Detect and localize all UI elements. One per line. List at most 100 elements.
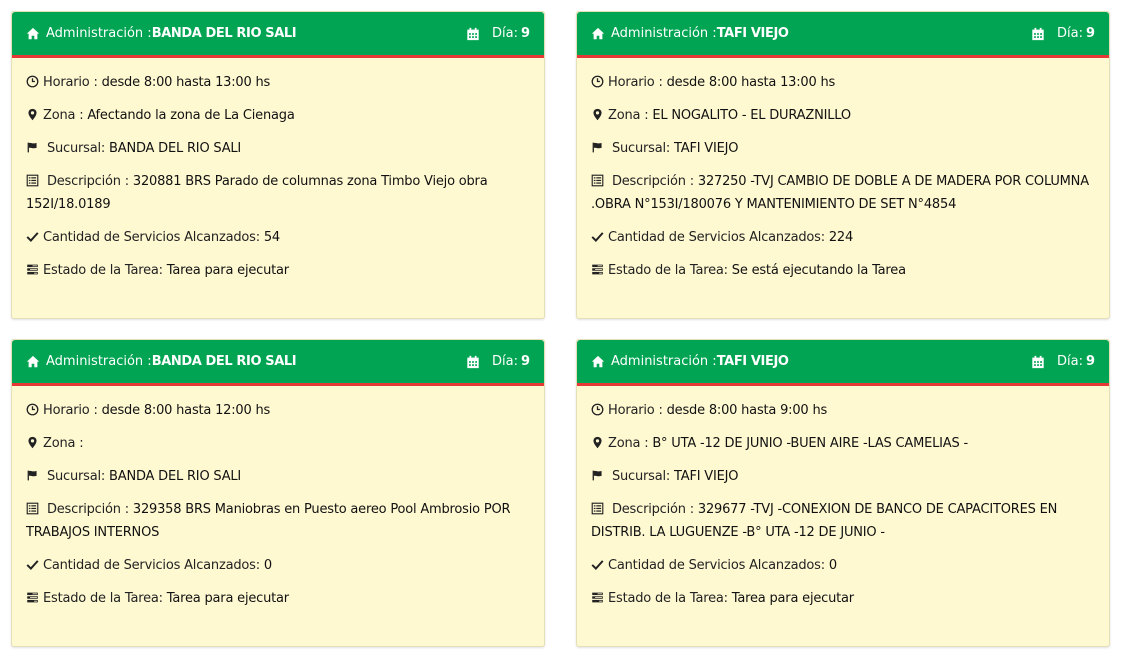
- cantidad-row: Cantidad de Servicios Alcanzados: 54: [26, 226, 530, 249]
- sucursal-value: BANDA DEL RIO SALI: [109, 141, 242, 156]
- cantidad-label: Cantidad de Servicios Alcanzados:: [608, 230, 825, 245]
- list-alt-icon: [26, 502, 39, 515]
- list-alt-icon: [591, 502, 604, 515]
- cantidad-value: 224: [828, 230, 854, 245]
- horario-label: Horario :: [608, 75, 663, 90]
- zona-label: Zona :: [608, 436, 649, 451]
- admin-label: Administración :: [46, 354, 152, 369]
- estado-label: Estado de la Tarea:: [43, 591, 163, 606]
- day-value: 9: [1085, 354, 1095, 369]
- day-value: 9: [520, 354, 530, 369]
- estado-value: Tarea para ejecutar: [731, 591, 854, 606]
- calendar-icon: [467, 355, 479, 368]
- estado-label: Estado de la Tarea:: [43, 263, 163, 278]
- estado-row: Estado de la Tarea: Tarea para ejecutar: [26, 587, 530, 610]
- estado-row: Estado de la Tarea: Tarea para ejecutar: [591, 587, 1095, 610]
- admin-label: Administración :: [611, 354, 717, 369]
- calendar-icon: [1032, 355, 1044, 368]
- check-icon: [591, 560, 604, 570]
- clock-icon: [26, 403, 39, 416]
- cantidad-label: Cantidad de Servicios Alcanzados:: [43, 230, 260, 245]
- card-body: Horario : desde 8:00 hasta 13:00 hs Zona…: [12, 58, 544, 318]
- home-icon: [26, 355, 40, 367]
- sucursal-row: Sucursal: BANDA DEL RIO SALI: [26, 465, 530, 488]
- day-label: Día:: [1056, 26, 1083, 41]
- zona-row: Zona : EL NOGALITO - EL DURAZNILLO: [591, 104, 1095, 127]
- day-value: 9: [1085, 26, 1095, 41]
- zona-value: B° UTA -12 DE JUNIO -BUEN AIRE -LAS CAME…: [652, 436, 968, 451]
- task-card: Administración : BANDA DEL RIO SALI Día: 9…: [11, 339, 545, 647]
- cantidad-row: Cantidad de Servicios Alcanzados: 224: [591, 226, 1095, 249]
- day-label: Día:: [1056, 354, 1083, 369]
- admin-name: BANDA DEL RIO SALI: [151, 354, 297, 369]
- cantidad-value: 0: [828, 558, 837, 573]
- zona-row: Zona : B° UTA -12 DE JUNIO -BUEN AIRE -L…: [591, 432, 1095, 455]
- calendar-icon: [467, 27, 479, 40]
- card-header: Administración : BANDA DEL RIO SALI Día: 9: [12, 12, 544, 58]
- check-icon: [591, 232, 604, 242]
- sucursal-label: Sucursal:: [611, 469, 671, 484]
- task-card: Administración : TAFI VIEJO Día: 9 Horario…: [576, 339, 1110, 647]
- horario-value: desde 8:00 hasta 12:00 hs: [101, 403, 271, 418]
- cantidad-label: Cantidad de Servicios Alcanzados:: [43, 558, 260, 573]
- cantidad-value: 0: [263, 558, 272, 573]
- task-card: Administración : BANDA DEL RIO SALI Día: 9…: [11, 11, 545, 319]
- estado-row: Estado de la Tarea: Tarea para ejecutar: [26, 259, 530, 282]
- horario-label: Horario :: [608, 403, 663, 418]
- descripcion-row: Descripción : 327250 -TVJ CAMBIO DE DOBL…: [591, 170, 1095, 216]
- sucursal-label: Sucursal:: [46, 469, 106, 484]
- estado-row: Estado de la Tarea: Se está ejecutando l…: [591, 259, 1095, 282]
- zona-label: Zona :: [43, 436, 84, 451]
- tasks-icon: [592, 592, 603, 603]
- sucursal-value: TAFI VIEJO: [674, 141, 739, 156]
- estado-value: Tarea para ejecutar: [166, 263, 289, 278]
- zona-value: EL NOGALITO - EL DURAZNILLO: [652, 108, 851, 123]
- admin-label: Administración :: [611, 26, 717, 41]
- flag-icon: [27, 142, 37, 153]
- tasks-icon: [27, 592, 38, 603]
- map-marker-icon: [28, 108, 37, 121]
- zona-label: Zona :: [608, 108, 649, 123]
- zona-row: Zona : Afectando la zona de La Cienaga: [26, 104, 530, 127]
- horario-row: Horario : desde 8:00 hasta 13:00 hs: [591, 71, 1095, 94]
- estado-label: Estado de la Tarea:: [608, 591, 728, 606]
- descripcion-row: Descripción : 320881 BRS Parado de colum…: [26, 170, 530, 216]
- zona-label: Zona :: [43, 108, 84, 123]
- zona-value: Afectando la zona de La Cienaga: [87, 108, 295, 123]
- map-marker-icon: [28, 436, 37, 449]
- admin-name: TAFI VIEJO: [716, 354, 789, 369]
- check-icon: [26, 232, 39, 242]
- day-value: 9: [520, 26, 530, 41]
- map-marker-icon: [593, 108, 602, 121]
- map-marker-icon: [593, 436, 602, 449]
- descripcion-row: Descripción : 329358 BRS Maniobras en Pu…: [26, 498, 530, 544]
- tasks-icon: [592, 264, 603, 275]
- check-icon: [26, 560, 39, 570]
- calendar-icon: [1032, 27, 1044, 40]
- flag-icon: [592, 470, 602, 481]
- sucursal-row: Sucursal: BANDA DEL RIO SALI: [26, 137, 530, 160]
- task-card: Administración : TAFI VIEJO Día: 9 Horario…: [576, 11, 1110, 319]
- card-header: Administración : TAFI VIEJO Día: 9: [577, 340, 1109, 386]
- sucursal-value: BANDA DEL RIO SALI: [109, 469, 242, 484]
- sucursal-label: Sucursal:: [611, 141, 671, 156]
- horario-row: Horario : desde 8:00 hasta 9:00 hs: [591, 399, 1095, 422]
- horario-row: Horario : desde 8:00 hasta 13:00 hs: [26, 71, 530, 94]
- clock-icon: [26, 75, 39, 88]
- card-header: Administración : TAFI VIEJO Día: 9: [577, 12, 1109, 58]
- card-body: Horario : desde 8:00 hasta 13:00 hs Zona…: [577, 58, 1109, 318]
- card-body: Horario : desde 8:00 hasta 9:00 hs Zona …: [577, 386, 1109, 646]
- descripcion-row: Descripción : 329677 -TVJ -CONEXION DE B…: [591, 498, 1095, 544]
- horario-label: Horario :: [43, 75, 98, 90]
- estado-value: Tarea para ejecutar: [166, 591, 289, 606]
- flag-icon: [592, 142, 602, 153]
- admin-name: BANDA DEL RIO SALI: [151, 26, 297, 41]
- descripcion-label: Descripción :: [46, 502, 129, 517]
- card-header: Administración : BANDA DEL RIO SALI Día: 9: [12, 340, 544, 386]
- admin-label: Administración :: [46, 26, 152, 41]
- flag-icon: [27, 470, 37, 481]
- estado-value: Se está ejecutando la Tarea: [731, 263, 906, 278]
- card-body: Horario : desde 8:00 hasta 12:00 hs Zona…: [12, 386, 544, 646]
- sucursal-label: Sucursal:: [46, 141, 106, 156]
- horario-label: Horario :: [43, 403, 98, 418]
